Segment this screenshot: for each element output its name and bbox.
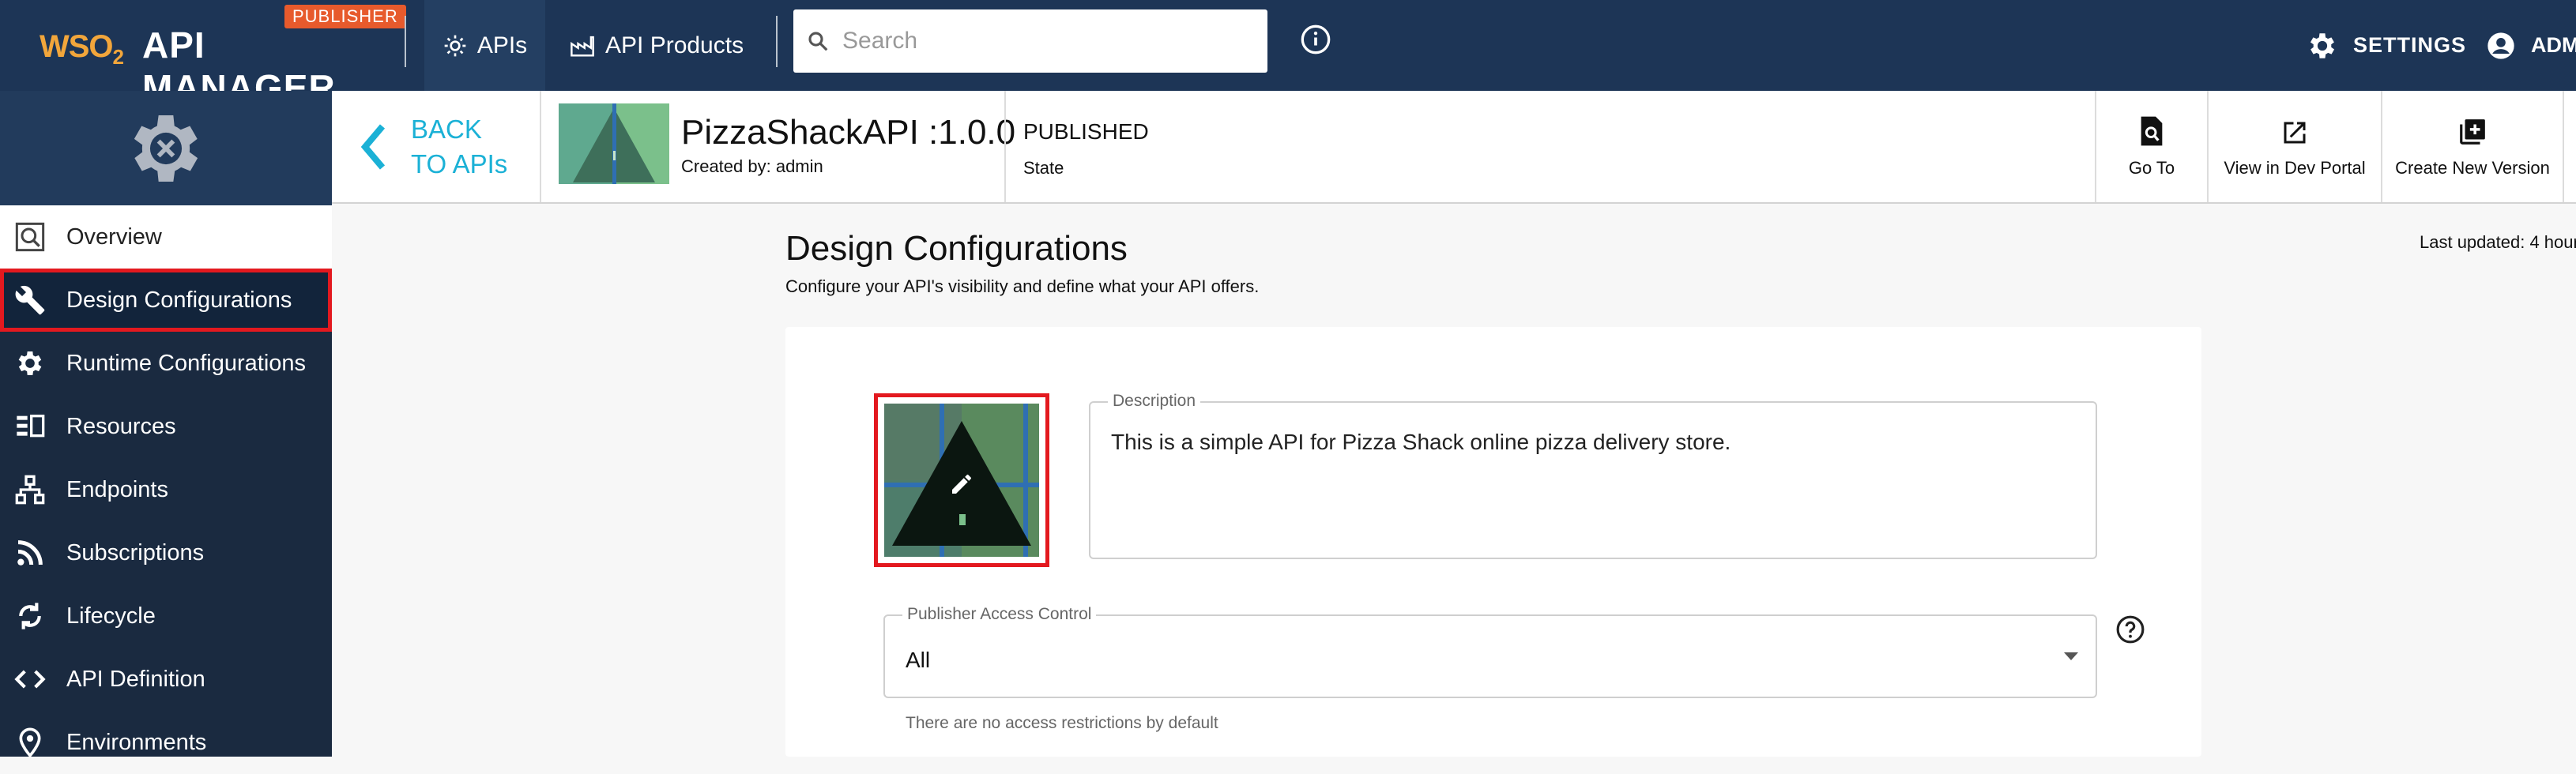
state-label: State: [1023, 158, 1064, 178]
endpoints-icon: [14, 474, 46, 505]
dropdown-arrow-icon: [2064, 652, 2078, 660]
state-box: PUBLISHED State: [1004, 91, 1149, 202]
divider: [405, 16, 406, 67]
nav-apis-label: APIs: [476, 32, 528, 58]
sidebar-item-subscriptions[interactable]: Subscriptions: [0, 521, 332, 584]
api-thumbnail: [559, 103, 669, 184]
lifecycle-icon: [14, 600, 46, 632]
sidebar-item-label: API Definition: [66, 666, 205, 692]
back-to-apis-button[interactable]: BACK TO APIs: [332, 91, 541, 202]
sidebar-item-resources[interactable]: Resources: [0, 395, 332, 458]
divider: [776, 16, 778, 67]
help-icon[interactable]: [2115, 614, 2145, 644]
factory-icon: [571, 36, 594, 56]
create-new-version-button[interactable]: Create New Version: [2381, 91, 2564, 202]
sidebar-item-label: Resources: [66, 413, 176, 439]
nav-api-products[interactable]: API Products: [569, 0, 744, 91]
view-in-dev-portal-button[interactable]: View in Dev Portal: [2207, 91, 2381, 202]
library-add-icon: [2457, 115, 2487, 147]
api-name: PizzaShackAPI :1.0.0: [681, 113, 1016, 152]
wso2-logo: WSO2: [40, 29, 124, 69]
api-settings-icon: [134, 115, 198, 182]
sidebar-item-label: Environments: [66, 729, 207, 755]
goto-button[interactable]: Go To: [2095, 91, 2207, 202]
dev-portal-label: View in Dev Portal: [2224, 157, 2366, 178]
access-control-label: Publisher Access Control: [902, 605, 1097, 624]
overview-icon: [14, 221, 46, 253]
sidebar-item-label: Overview: [66, 224, 162, 250]
publisher-badge: PUBLISHER: [284, 5, 406, 28]
sidebar-header: [0, 91, 332, 205]
new-version-label: Create New Version: [2395, 157, 2550, 178]
find-in-page-icon: [2138, 115, 2165, 147]
design-config-card: Description This is a simple API for Piz…: [785, 327, 2201, 757]
main-content: Design Configurations Configure your API…: [332, 204, 2576, 757]
info-icon[interactable]: [1300, 24, 1331, 55]
back-label: BACK TO APIs: [411, 114, 508, 178]
access-control-value: All: [906, 648, 931, 672]
thumbnail-edit-frame[interactable]: [874, 393, 1049, 567]
nav-api-products-label: API Products: [605, 32, 744, 58]
resources-icon: [14, 411, 46, 442]
page-subtitle: Configure your API's visibility and defi…: [785, 276, 1260, 296]
rss-icon: [14, 537, 46, 569]
description-field[interactable]: Description This is a simple API for Piz…: [1089, 392, 2097, 559]
chevron-left-icon: [360, 123, 386, 170]
search-box[interactable]: [793, 9, 1267, 73]
api-thumbnail-editable[interactable]: [884, 404, 1039, 557]
sidebar-item-design-configurations[interactable]: Design Configurations: [0, 269, 332, 332]
top-bar: WSO2 API MANAGER PUBLISHER APIs API Prod…: [0, 0, 2576, 108]
sidebar-item-label: Endpoints: [66, 476, 168, 502]
description-label: Description: [1108, 392, 1201, 411]
last-updated: Last updated: 4 hours ago: [2420, 232, 2576, 252]
code-icon: [14, 663, 46, 695]
sidebar-item-label: Runtime Configurations: [66, 350, 307, 376]
api-creator: Created by: admin: [681, 156, 823, 176]
open-external-icon: [2280, 115, 2309, 147]
api-info-bar: BACK TO APIs PizzaShackAPI :1.0.0 Create…: [332, 91, 2576, 204]
nav-apis[interactable]: APIs: [424, 0, 545, 91]
publisher-access-control-select[interactable]: Publisher Access Control All: [883, 605, 2097, 698]
search-input[interactable]: [842, 28, 1253, 54]
sidebar-item-runtime-configurations[interactable]: Runtime Configurations: [0, 332, 332, 395]
account-icon: [2487, 32, 2514, 59]
sidebar-item-environments[interactable]: Environments: [0, 711, 332, 774]
gear-icon: [444, 35, 466, 56]
sidebar-item-endpoints[interactable]: Endpoints: [0, 458, 332, 521]
user-menu[interactable]: ADMIN: [2485, 0, 2576, 91]
wrench-icon: [14, 284, 46, 316]
sidebar-item-overview[interactable]: Overview: [0, 205, 332, 269]
sidebar-item-label: Design Configurations: [66, 287, 292, 313]
sidebar-item-lifecycle[interactable]: Lifecycle: [0, 584, 332, 648]
search-icon: [793, 9, 842, 73]
location-icon: [14, 727, 46, 758]
settings-gear-icon: [2310, 32, 2335, 58]
page-title: Design Configurations: [785, 229, 1128, 268]
sidebar: Overview Design Configurations Runtime C…: [0, 91, 332, 758]
sidebar-item-label: Subscriptions: [66, 539, 205, 565]
access-control-helper-text: There are no access restrictions by defa…: [906, 714, 1218, 732]
description-input[interactable]: This is a simple API for Pizza Shack onl…: [1111, 430, 1731, 455]
user-label: ADMIN: [2531, 33, 2576, 57]
sidebar-item-label: Lifecycle: [66, 603, 156, 629]
edit-icon[interactable]: [949, 472, 974, 497]
sidebar-item-api-definition[interactable]: API Definition: [0, 648, 332, 711]
settings-button[interactable]: SETTINGS: [2306, 0, 2466, 91]
state-value: PUBLISHED: [1023, 119, 1149, 144]
settings-label: SETTINGS: [2353, 33, 2467, 57]
goto-label: Go To: [2128, 157, 2175, 178]
brand-logo[interactable]: WSO2 API MANAGER PUBLISHER: [33, 0, 406, 108]
gear-icon: [14, 348, 46, 379]
